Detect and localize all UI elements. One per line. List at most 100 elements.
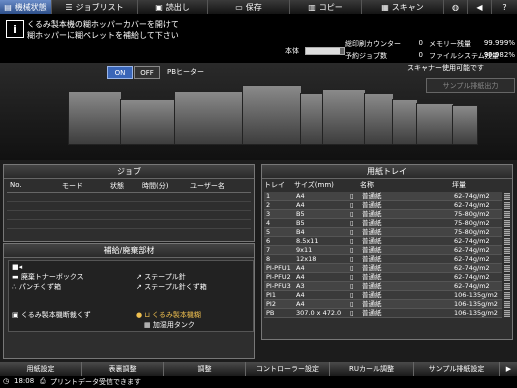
paper-orientation-icon: ▯ [350, 282, 354, 290]
tray-cell-size: A4 [296, 300, 305, 308]
supply-item-warning: ● ⊔ くるみ製本機糊 [136, 311, 201, 319]
tray-level-indicator [504, 238, 510, 245]
memory-value: 99.999% [483, 39, 515, 47]
tray-row[interactable]: PI-PFU1 A4 普通紙 62-74g/m2 ▯ [264, 264, 502, 273]
tab-ru-curl-adjust[interactable]: RUカール調整 [330, 362, 414, 376]
tab-paper-setting[interactable]: 用紙設定 [0, 362, 82, 376]
total-counter-value: 0 [418, 39, 423, 47]
stacker-unit [416, 103, 454, 145]
tab-copy[interactable]: ▥ コピー [290, 0, 362, 14]
tray-row[interactable]: PI2 A4 普通紙 106-135g/m2 ▯ [264, 300, 502, 309]
tray-cell-name: 普通紙 [362, 192, 382, 200]
paper-orientation-icon: ▯ [350, 309, 354, 317]
help-button[interactable]: ? [492, 0, 517, 14]
tray-cell-id: 1 [266, 192, 271, 200]
tray-row[interactable]: PI-PFU3 A3 普通紙 62-74g/m2 ▯ [264, 282, 502, 291]
pb-heater-on-button[interactable]: ON [107, 66, 133, 79]
tray-cell-name: 普通紙 [362, 264, 382, 272]
tray-row[interactable]: PI-PFU2 A4 普通紙 62-74g/m2 ▯ [264, 273, 502, 282]
tray-level-indicator [504, 211, 510, 218]
tray-level-indicator [504, 193, 510, 200]
globe-button[interactable]: ◍ [444, 0, 468, 14]
machine-icon: ▤ [4, 2, 12, 12]
tab-scan[interactable]: ▦ スキャン [362, 0, 444, 14]
tab-label: 機械状態 [14, 2, 47, 12]
print-engine-unit [174, 91, 244, 145]
tray-cell-size: A4 [296, 264, 305, 272]
tab-job-list[interactable]: ☰ ジョブリスト [52, 0, 138, 14]
tab-adjust[interactable]: 調整 [164, 362, 246, 376]
tray-row[interactable]: PB 307.0 x 472.0 普通紙 106-135g/m2 ▯ [264, 309, 502, 318]
stacker-unit [452, 105, 478, 145]
tab-label: 保存 [245, 2, 262, 12]
tray-row[interactable]: 5 B4 普通紙 75-80g/m2 ▯ [264, 228, 502, 237]
supply-item: ↗ ステープル針くず箱 [136, 283, 207, 291]
bottom-tab-bar: 用紙設定 表裏調整 調整 コントローラー設定 RUカール調整 サンプル排紙設定 … [0, 362, 517, 376]
message-line-2: 糊ホッパーに糊ペレットを補給して下さい [27, 31, 179, 40]
tray-row[interactable]: 1 A4 普通紙 62-74g/m2 ▯ [264, 192, 502, 201]
tab-machine-status[interactable]: ▤ 機械状態 [0, 0, 52, 14]
tab-front-back-adjust[interactable]: 表裏調整 [82, 362, 164, 376]
tray-level-indicator [504, 229, 510, 236]
tray-cell-size: A4 [296, 273, 305, 281]
supply-item: ∴ パンチくず箱 [12, 283, 62, 291]
paper-feeder-unit [120, 99, 176, 145]
tray-panel-title: 用紙トレイ [262, 165, 512, 179]
tray-cell-weight: 62-74g/m2 [454, 255, 490, 263]
tab-readout[interactable]: ▣ 読出し [138, 0, 208, 14]
sample-output-button[interactable]: サンプル排紙出力 [426, 78, 515, 93]
supply-item: ↗ ステープル針 [136, 273, 186, 281]
tray-cell-size: B5 [296, 219, 305, 227]
tab-sample-output-setting[interactable]: サンプル排紙設定 [414, 362, 500, 376]
tray-cell-name: 普通紙 [362, 273, 382, 281]
tray-cell-size: B5 [296, 210, 305, 218]
tray-cell-weight: 62-74g/m2 [454, 201, 490, 209]
tray-col-tray: トレイ [264, 181, 285, 189]
tray-row[interactable]: 3 B5 普通紙 75-80g/m2 ▯ [264, 210, 502, 219]
paper-orientation-icon: ▯ [350, 219, 354, 227]
volume-button[interactable]: ◀ [468, 0, 492, 14]
tray-row[interactable]: PI1 A4 普通紙 106-135g/m2 ▯ [264, 291, 502, 300]
tray-row[interactable]: 7 9x11 普通紙 62-74g/m2 ▯ [264, 246, 502, 255]
tray-col-weight: 坪量 [452, 181, 466, 189]
finisher-unit [392, 99, 418, 145]
tray-cell-id: 6 [266, 237, 271, 245]
pb-heater-off-button[interactable]: OFF [134, 66, 160, 79]
tray-row[interactable]: 6 8.5x11 普通紙 62-74g/m2 ▯ [264, 237, 502, 246]
paper-orientation-icon: ▯ [350, 192, 354, 200]
memory-label: メモリー残量 [429, 40, 471, 48]
clock-icon: ◷ [3, 377, 10, 385]
tab-save[interactable]: ▭ 保存 [208, 0, 290, 14]
list-icon: ☰ [65, 2, 73, 12]
tray-cell-id: 8 [266, 255, 271, 263]
job-count-value: 0 [418, 51, 423, 59]
tray-level-indicator [504, 301, 510, 308]
speaker-icon: ◀ [476, 2, 483, 12]
tray-cell-weight: 106-135g/m2 [454, 300, 498, 308]
tray-level-indicator [504, 202, 510, 209]
tray-cell-id: PI1 [266, 291, 276, 299]
tray-row[interactable]: 2 A4 普通紙 62-74g/m2 ▯ [264, 201, 502, 210]
next-tab-button[interactable]: ▶ [500, 362, 517, 376]
tray-level-indicator [504, 283, 510, 290]
status-message: プリントデータ受信できます [50, 378, 141, 386]
tray-row[interactable]: 8 12x18 普通紙 62-74g/m2 ▯ [264, 255, 502, 264]
supply-item: ▦ 加湿用タンク [144, 321, 195, 329]
paper-feeder-unit [68, 91, 122, 145]
tray-cell-id: 3 [266, 210, 271, 218]
relay-unit [300, 93, 324, 145]
tray-cell-id: PI-PFU1 [266, 264, 291, 272]
tray-cell-id: 2 [266, 201, 271, 209]
tray-cell-weight: 75-80g/m2 [454, 228, 490, 236]
filesystem-value: 99.982% [483, 51, 515, 59]
help-icon: ? [502, 2, 507, 12]
job-col-user: ユーザー名 [190, 182, 225, 190]
tab-label: スキャン [391, 2, 424, 12]
total-counter-label: 総印刷カウンター [345, 40, 401, 48]
punch-icon: ∴ [12, 283, 17, 291]
tray-cell-name: 普通紙 [362, 300, 382, 308]
tray-cell-weight: 62-74g/m2 [454, 237, 490, 245]
paper-orientation-icon: ▯ [350, 210, 354, 218]
tray-row[interactable]: 4 B5 普通紙 75-80g/m2 ▯ [264, 219, 502, 228]
tab-controller-setting[interactable]: コントローラー設定 [246, 362, 330, 376]
